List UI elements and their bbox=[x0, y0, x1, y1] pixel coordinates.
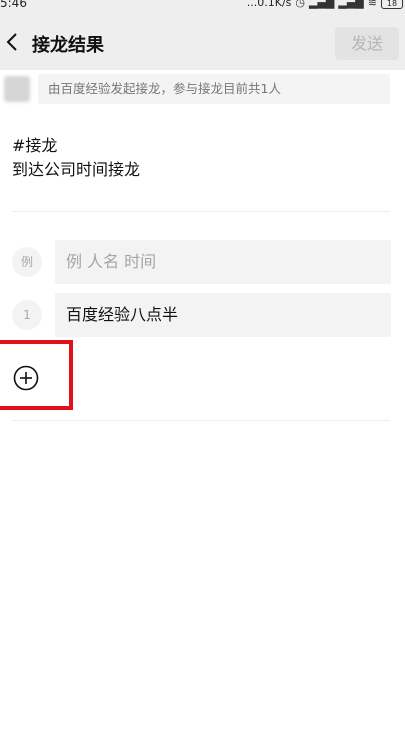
divider bbox=[12, 420, 390, 421]
send-button[interactable]: 发送 bbox=[335, 27, 399, 60]
signal-icon-2: ▂▄▆ bbox=[338, 0, 364, 9]
highlight-annotation bbox=[0, 340, 73, 410]
nav-bar: 接龙结果 发送 bbox=[0, 16, 405, 70]
status-indicators: ...0.1K/s ◷ ▂▄▆ ▂▄▆ ≋ 18 bbox=[247, 0, 403, 9]
initiator-text: 由百度经验发起接龙，参与接龙目前共1人 bbox=[38, 74, 390, 104]
page-title: 接龙结果 bbox=[32, 35, 104, 56]
example-entry-row: 例 例 人名 时间 bbox=[12, 240, 392, 284]
entry-input-example[interactable]: 例 人名 时间 bbox=[55, 240, 391, 284]
network-speed: ...0.1K/s bbox=[246, 0, 292, 9]
battery-icon: 18 bbox=[381, 0, 403, 9]
chevron-left-icon[interactable] bbox=[2, 28, 26, 56]
initiator-row: 由百度经验发起接龙，参与接龙目前共1人 bbox=[0, 70, 405, 108]
entry-input[interactable]: 百度经验八点半 bbox=[55, 293, 391, 337]
status-time: 5:46 bbox=[0, 0, 27, 10]
entry-index: 例 bbox=[12, 247, 42, 277]
wifi-icon: ≋ bbox=[367, 0, 377, 9]
entry-index: 1 bbox=[12, 300, 42, 330]
status-bar: 5:46 ...0.1K/s ◷ ▂▄▆ ▂▄▆ ≋ 18 bbox=[0, 0, 405, 16]
topic-block[interactable]: #接龙 到达公司时间接龙 bbox=[12, 134, 140, 182]
topic-tag: #接龙 bbox=[12, 136, 58, 155]
topic-description: 到达公司时间接龙 bbox=[12, 160, 141, 179]
divider bbox=[12, 211, 390, 212]
avatar bbox=[4, 76, 30, 102]
alarm-icon: ◷ bbox=[295, 0, 305, 9]
entry-row: 1 百度经验八点半 bbox=[12, 293, 392, 337]
signal-icon: ▂▄▆ bbox=[309, 0, 335, 9]
